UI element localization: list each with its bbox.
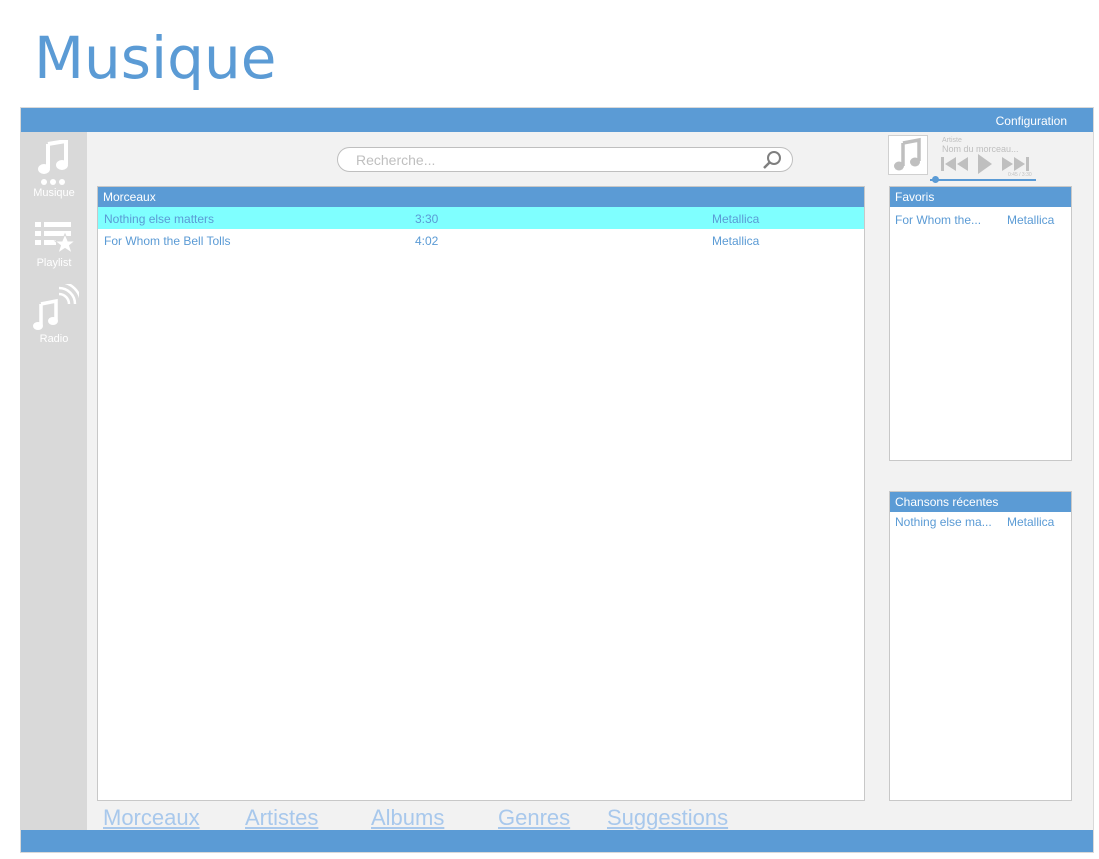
list-item[interactable]: For Whom the... Metallica [890, 207, 1071, 227]
track-artist: Metallica [712, 234, 760, 248]
music-note-icon [894, 137, 921, 171]
mini-player: Artiste Nom du morceau... 0:45 / 3:30 [888, 135, 1036, 183]
sidebar-item-label: Musique [33, 187, 75, 199]
tab-genres[interactable]: Genres [498, 805, 570, 831]
track-duration: 3:30 [415, 212, 439, 226]
tracks-panel-header: Morceaux [98, 187, 864, 207]
track-title: Nothing else matters [104, 212, 215, 226]
album-cover [888, 135, 928, 175]
list-item[interactable]: Nothing else ma... Metallica [890, 512, 1071, 532]
sidebar-item-playlist[interactable]: Playlist [21, 220, 87, 269]
track-title: For Whom the Bell Tolls [104, 234, 231, 248]
sidebar-item-label: Playlist [36, 257, 72, 269]
tab-suggestions[interactable]: Suggestions [607, 805, 728, 831]
progress-handle[interactable] [932, 176, 940, 183]
table-row[interactable]: For Whom the Bell Tolls 4:02 Metallica [98, 229, 864, 251]
recent-songs-panel-header: Chansons récentes [890, 492, 1071, 512]
search-input[interactable] [356, 151, 736, 169]
playlist-star-icon [35, 222, 76, 255]
tab-albums[interactable]: Albums [371, 805, 444, 831]
configuration-link[interactable]: Configuration [996, 114, 1067, 128]
tracks-panel: Morceaux Nothing else matters 3:30 Metal… [97, 186, 865, 801]
search-icon[interactable] [762, 150, 782, 170]
recent-artist: Metallica [1007, 515, 1055, 529]
player-artist: Artiste [942, 137, 962, 144]
favorites-panel: Favoris For Whom the... Metallica [889, 186, 1072, 461]
favorites-panel-header: Favoris [890, 187, 1071, 207]
next-icon[interactable] [999, 155, 1031, 173]
sidebar-item-musique[interactable]: Musique [21, 140, 87, 199]
music-app-window: Configuration Musique Playlist Radio Rec… [20, 107, 1094, 853]
track-artist: Metallica [712, 212, 760, 226]
play-icon[interactable] [976, 153, 994, 175]
top-bar: Configuration [21, 108, 1093, 132]
radio-waves-icon [33, 284, 79, 330]
sidebar-item-radio[interactable]: Radio [21, 284, 87, 345]
favorite-artist: Metallica [1007, 213, 1055, 227]
player-time: 0:45 / 3:30 [1008, 172, 1032, 178]
bottom-bar [21, 830, 1093, 852]
sidebar: Musique Playlist Radio [21, 132, 87, 832]
music-note-icon [38, 140, 68, 185]
table-row[interactable]: Nothing else matters 3:30 Metallica [98, 207, 864, 229]
favorite-title: For Whom the... [895, 213, 982, 227]
recent-songs-panel: Chansons récentes Nothing else ma... Met… [889, 491, 1072, 801]
sidebar-item-label: Radio [39, 333, 69, 345]
tab-artistes[interactable]: Artistes [245, 805, 318, 831]
tab-morceaux[interactable]: Morceaux [103, 805, 200, 831]
page-title: Musique [34, 24, 277, 92]
recent-title: Nothing else ma... [895, 515, 992, 529]
track-duration: 4:02 [415, 234, 439, 248]
search-bar [337, 147, 793, 172]
progress-bar[interactable] [930, 179, 1036, 181]
previous-icon[interactable] [940, 155, 972, 173]
